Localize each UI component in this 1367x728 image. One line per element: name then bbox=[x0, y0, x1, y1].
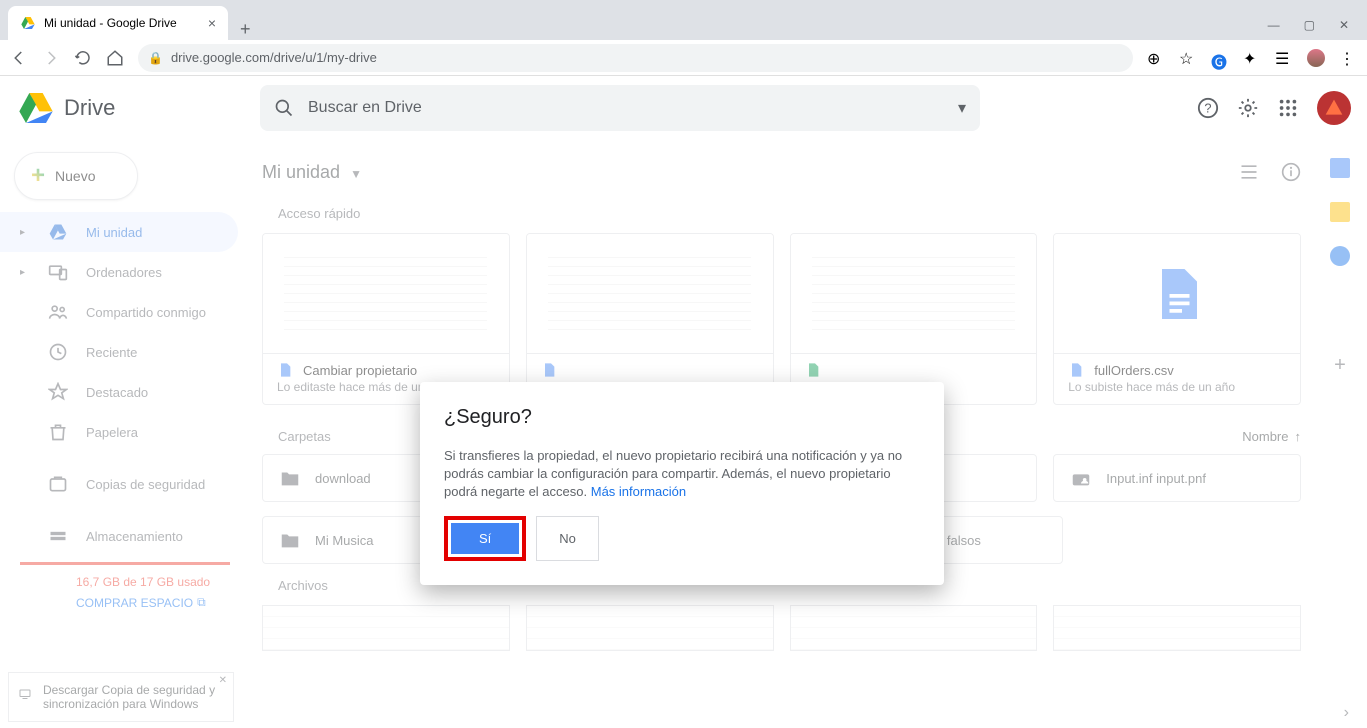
extensions-icon[interactable]: ✦ bbox=[1243, 49, 1261, 67]
dialog-title: ¿Seguro? bbox=[444, 406, 920, 429]
more-info-link[interactable]: Más información bbox=[591, 484, 686, 499]
browser-toolbar: 🔒 drive.google.com/drive/u/1/my-drive ⊕ … bbox=[0, 40, 1367, 76]
forward-icon bbox=[42, 49, 60, 67]
browser-tab[interactable]: Mi unidad - Google Drive × bbox=[8, 6, 228, 40]
account-avatar[interactable] bbox=[1317, 91, 1351, 125]
tab-close-icon[interactable]: × bbox=[208, 15, 216, 31]
drive-triangle-icon bbox=[16, 88, 56, 128]
confirm-dialog: ¿Seguro? Si transfieres la propiedad, el… bbox=[420, 382, 944, 585]
search-options-icon[interactable]: ▾ bbox=[958, 98, 966, 118]
new-tab-button[interactable]: + bbox=[228, 19, 263, 40]
drive-logo[interactable]: Drive bbox=[16, 88, 244, 128]
add-page-icon[interactable]: ⊕ bbox=[1147, 49, 1165, 67]
back-icon[interactable] bbox=[10, 49, 28, 67]
gear-icon[interactable] bbox=[1237, 97, 1259, 119]
dialog-body: Si transfieres la propiedad, el nuevo pr… bbox=[444, 447, 920, 502]
search-placeholder: Buscar en Drive bbox=[308, 99, 422, 117]
app-name: Drive bbox=[64, 95, 115, 121]
profile-avatar-icon[interactable] bbox=[1307, 49, 1325, 67]
drive-favicon-icon bbox=[20, 15, 36, 31]
translate-icon[interactable]: 🅖 bbox=[1211, 49, 1229, 67]
star-icon[interactable]: ☆ bbox=[1179, 49, 1197, 67]
no-button[interactable]: No bbox=[536, 516, 599, 561]
window-maximize-icon[interactable]: ▢ bbox=[1304, 18, 1315, 32]
search-input[interactable]: Buscar en Drive ▾ bbox=[260, 85, 980, 131]
window-minimize-icon[interactable]: — bbox=[1268, 18, 1280, 32]
window-controls: — ▢ ✕ bbox=[1268, 18, 1367, 40]
reload-icon[interactable] bbox=[74, 49, 92, 67]
home-icon[interactable] bbox=[106, 49, 124, 67]
search-icon bbox=[274, 98, 294, 118]
kebab-menu-icon[interactable]: ⋮ bbox=[1339, 49, 1357, 67]
address-bar[interactable]: 🔒 drive.google.com/drive/u/1/my-drive bbox=[138, 44, 1133, 72]
yes-button-highlight: Sí bbox=[444, 516, 526, 561]
reading-list-icon[interactable]: ☰ bbox=[1275, 49, 1293, 67]
apps-grid-icon[interactable] bbox=[1277, 97, 1299, 119]
svg-text:?: ? bbox=[1204, 101, 1211, 116]
tab-title: Mi unidad - Google Drive bbox=[44, 16, 177, 30]
yes-button[interactable]: Sí bbox=[451, 523, 519, 554]
drive-header: Drive Buscar en Drive ▾ ? bbox=[0, 76, 1367, 140]
browser-tab-strip: Mi unidad - Google Drive × + — ▢ ✕ bbox=[0, 0, 1367, 40]
url-text: drive.google.com/drive/u/1/my-drive bbox=[171, 50, 377, 65]
help-icon[interactable]: ? bbox=[1197, 97, 1219, 119]
window-close-icon[interactable]: ✕ bbox=[1339, 18, 1349, 32]
lock-icon: 🔒 bbox=[148, 51, 163, 65]
